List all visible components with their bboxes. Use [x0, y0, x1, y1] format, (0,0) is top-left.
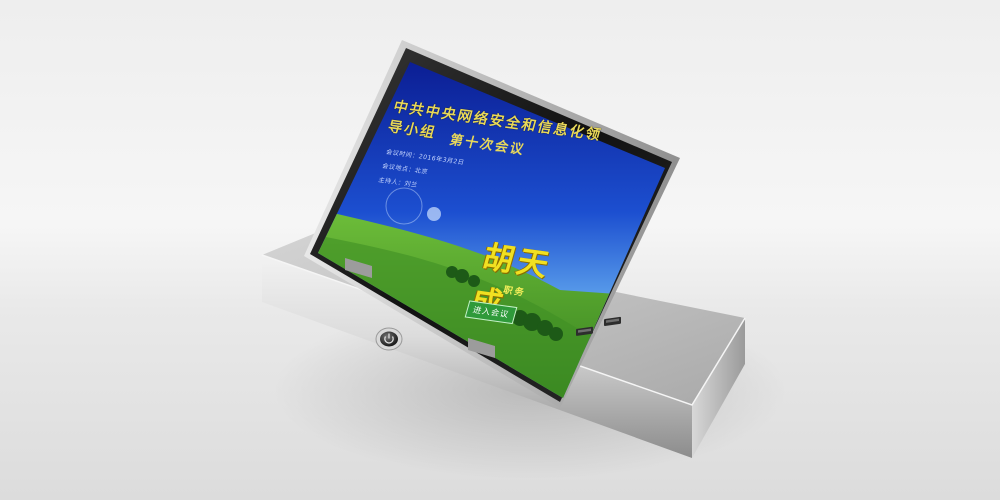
product-photo: 中共中央网络安全和信息化领导小组 第十次会议 会议时间：2016年3月2日 会议… [0, 0, 1000, 500]
device-illustration [261, 40, 746, 458]
power-icon[interactable] [375, 327, 403, 351]
